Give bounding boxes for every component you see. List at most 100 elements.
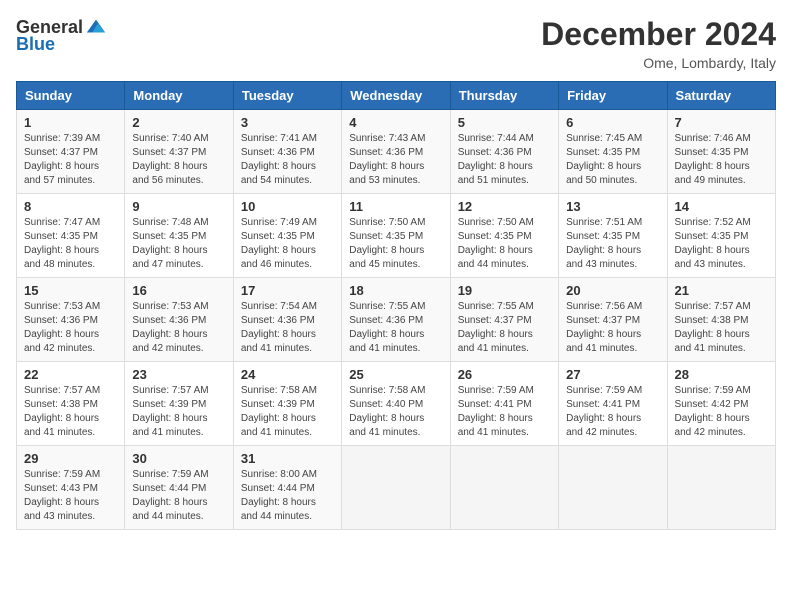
day-number: 10 xyxy=(241,199,334,214)
day-number: 15 xyxy=(24,283,117,298)
calendar-cell: 27 Sunrise: 7:59 AM Sunset: 4:41 PM Dayl… xyxy=(559,362,667,446)
calendar-cell: 12 Sunrise: 7:50 AM Sunset: 4:35 PM Dayl… xyxy=(450,194,558,278)
day-number: 27 xyxy=(566,367,659,382)
day-number: 4 xyxy=(349,115,442,130)
calendar-cell: 22 Sunrise: 7:57 AM Sunset: 4:38 PM Dayl… xyxy=(17,362,125,446)
calendar-cell: 17 Sunrise: 7:54 AM Sunset: 4:36 PM Dayl… xyxy=(233,278,341,362)
day-number: 21 xyxy=(675,283,768,298)
day-number: 30 xyxy=(132,451,225,466)
calendar-cell: 18 Sunrise: 7:55 AM Sunset: 4:36 PM Dayl… xyxy=(342,278,450,362)
calendar-week-3: 15 Sunrise: 7:53 AM Sunset: 4:36 PM Dayl… xyxy=(17,278,776,362)
column-header-saturday: Saturday xyxy=(667,82,775,110)
day-info: Sunrise: 7:59 AM Sunset: 4:42 PM Dayligh… xyxy=(675,384,768,440)
logo-blue: Blue xyxy=(16,34,55,55)
day-number: 12 xyxy=(458,199,551,214)
logo: General Blue xyxy=(16,16,107,55)
calendar-cell: 26 Sunrise: 7:59 AM Sunset: 4:41 PM Dayl… xyxy=(450,362,558,446)
calendar-header-row: SundayMondayTuesdayWednesdayThursdayFrid… xyxy=(17,82,776,110)
day-info: Sunrise: 7:39 AM Sunset: 4:37 PM Dayligh… xyxy=(24,132,117,188)
day-number: 9 xyxy=(132,199,225,214)
calendar-cell: 31 Sunrise: 8:00 AM Sunset: 4:44 PM Dayl… xyxy=(233,446,341,530)
day-info: Sunrise: 7:59 AM Sunset: 4:41 PM Dayligh… xyxy=(458,384,551,440)
day-info: Sunrise: 7:41 AM Sunset: 4:36 PM Dayligh… xyxy=(241,132,334,188)
calendar-cell xyxy=(667,446,775,530)
calendar-cell: 28 Sunrise: 7:59 AM Sunset: 4:42 PM Dayl… xyxy=(667,362,775,446)
day-number: 17 xyxy=(241,283,334,298)
day-number: 24 xyxy=(241,367,334,382)
month-title: December 2024 xyxy=(541,16,776,53)
day-info: Sunrise: 7:44 AM Sunset: 4:36 PM Dayligh… xyxy=(458,132,551,188)
day-number: 20 xyxy=(566,283,659,298)
calendar-cell: 30 Sunrise: 7:59 AM Sunset: 4:44 PM Dayl… xyxy=(125,446,233,530)
day-number: 14 xyxy=(675,199,768,214)
day-info: Sunrise: 7:51 AM Sunset: 4:35 PM Dayligh… xyxy=(566,216,659,272)
day-number: 25 xyxy=(349,367,442,382)
day-info: Sunrise: 7:59 AM Sunset: 4:44 PM Dayligh… xyxy=(132,468,225,524)
calendar-cell: 15 Sunrise: 7:53 AM Sunset: 4:36 PM Dayl… xyxy=(17,278,125,362)
day-number: 16 xyxy=(132,283,225,298)
calendar-cell: 4 Sunrise: 7:43 AM Sunset: 4:36 PM Dayli… xyxy=(342,110,450,194)
calendar-cell: 13 Sunrise: 7:51 AM Sunset: 4:35 PM Dayl… xyxy=(559,194,667,278)
day-number: 29 xyxy=(24,451,117,466)
column-header-friday: Friday xyxy=(559,82,667,110)
day-info: Sunrise: 7:45 AM Sunset: 4:35 PM Dayligh… xyxy=(566,132,659,188)
day-info: Sunrise: 7:47 AM Sunset: 4:35 PM Dayligh… xyxy=(24,216,117,272)
day-number: 23 xyxy=(132,367,225,382)
column-header-thursday: Thursday xyxy=(450,82,558,110)
calendar-cell: 19 Sunrise: 7:55 AM Sunset: 4:37 PM Dayl… xyxy=(450,278,558,362)
day-number: 6 xyxy=(566,115,659,130)
calendar-cell: 1 Sunrise: 7:39 AM Sunset: 4:37 PM Dayli… xyxy=(17,110,125,194)
day-info: Sunrise: 7:56 AM Sunset: 4:37 PM Dayligh… xyxy=(566,300,659,356)
day-info: Sunrise: 7:43 AM Sunset: 4:36 PM Dayligh… xyxy=(349,132,442,188)
day-info: Sunrise: 7:55 AM Sunset: 4:37 PM Dayligh… xyxy=(458,300,551,356)
calendar-cell: 8 Sunrise: 7:47 AM Sunset: 4:35 PM Dayli… xyxy=(17,194,125,278)
calendar-cell: 6 Sunrise: 7:45 AM Sunset: 4:35 PM Dayli… xyxy=(559,110,667,194)
day-info: Sunrise: 7:59 AM Sunset: 4:41 PM Dayligh… xyxy=(566,384,659,440)
calendar-cell: 29 Sunrise: 7:59 AM Sunset: 4:43 PM Dayl… xyxy=(17,446,125,530)
calendar-cell: 3 Sunrise: 7:41 AM Sunset: 4:36 PM Dayli… xyxy=(233,110,341,194)
day-info: Sunrise: 7:48 AM Sunset: 4:35 PM Dayligh… xyxy=(132,216,225,272)
day-number: 18 xyxy=(349,283,442,298)
day-number: 28 xyxy=(675,367,768,382)
column-header-wednesday: Wednesday xyxy=(342,82,450,110)
column-header-sunday: Sunday xyxy=(17,82,125,110)
calendar-week-5: 29 Sunrise: 7:59 AM Sunset: 4:43 PM Dayl… xyxy=(17,446,776,530)
calendar: SundayMondayTuesdayWednesdayThursdayFrid… xyxy=(16,81,776,530)
logo-icon xyxy=(85,16,107,38)
calendar-cell: 24 Sunrise: 7:58 AM Sunset: 4:39 PM Dayl… xyxy=(233,362,341,446)
day-number: 1 xyxy=(24,115,117,130)
day-info: Sunrise: 7:55 AM Sunset: 4:36 PM Dayligh… xyxy=(349,300,442,356)
day-info: Sunrise: 7:52 AM Sunset: 4:35 PM Dayligh… xyxy=(675,216,768,272)
day-info: Sunrise: 7:53 AM Sunset: 4:36 PM Dayligh… xyxy=(132,300,225,356)
calendar-cell: 7 Sunrise: 7:46 AM Sunset: 4:35 PM Dayli… xyxy=(667,110,775,194)
day-info: Sunrise: 7:57 AM Sunset: 4:38 PM Dayligh… xyxy=(24,384,117,440)
calendar-cell: 9 Sunrise: 7:48 AM Sunset: 4:35 PM Dayli… xyxy=(125,194,233,278)
calendar-cell: 5 Sunrise: 7:44 AM Sunset: 4:36 PM Dayli… xyxy=(450,110,558,194)
day-info: Sunrise: 7:50 AM Sunset: 4:35 PM Dayligh… xyxy=(349,216,442,272)
calendar-cell: 20 Sunrise: 7:56 AM Sunset: 4:37 PM Dayl… xyxy=(559,278,667,362)
day-number: 2 xyxy=(132,115,225,130)
day-number: 19 xyxy=(458,283,551,298)
column-header-tuesday: Tuesday xyxy=(233,82,341,110)
day-number: 22 xyxy=(24,367,117,382)
page-header: General Blue December 2024 Ome, Lombardy… xyxy=(16,16,776,71)
calendar-cell xyxy=(450,446,558,530)
calendar-cell: 14 Sunrise: 7:52 AM Sunset: 4:35 PM Dayl… xyxy=(667,194,775,278)
location: Ome, Lombardy, Italy xyxy=(541,55,776,71)
calendar-cell xyxy=(342,446,450,530)
calendar-cell: 11 Sunrise: 7:50 AM Sunset: 4:35 PM Dayl… xyxy=(342,194,450,278)
day-number: 31 xyxy=(241,451,334,466)
calendar-cell: 2 Sunrise: 7:40 AM Sunset: 4:37 PM Dayli… xyxy=(125,110,233,194)
day-info: Sunrise: 8:00 AM Sunset: 4:44 PM Dayligh… xyxy=(241,468,334,524)
calendar-week-1: 1 Sunrise: 7:39 AM Sunset: 4:37 PM Dayli… xyxy=(17,110,776,194)
day-info: Sunrise: 7:40 AM Sunset: 4:37 PM Dayligh… xyxy=(132,132,225,188)
day-info: Sunrise: 7:50 AM Sunset: 4:35 PM Dayligh… xyxy=(458,216,551,272)
day-number: 3 xyxy=(241,115,334,130)
day-info: Sunrise: 7:57 AM Sunset: 4:38 PM Dayligh… xyxy=(675,300,768,356)
day-number: 11 xyxy=(349,199,442,214)
calendar-cell: 16 Sunrise: 7:53 AM Sunset: 4:36 PM Dayl… xyxy=(125,278,233,362)
column-header-monday: Monday xyxy=(125,82,233,110)
day-number: 26 xyxy=(458,367,551,382)
calendar-cell: 10 Sunrise: 7:49 AM Sunset: 4:35 PM Dayl… xyxy=(233,194,341,278)
day-info: Sunrise: 7:53 AM Sunset: 4:36 PM Dayligh… xyxy=(24,300,117,356)
